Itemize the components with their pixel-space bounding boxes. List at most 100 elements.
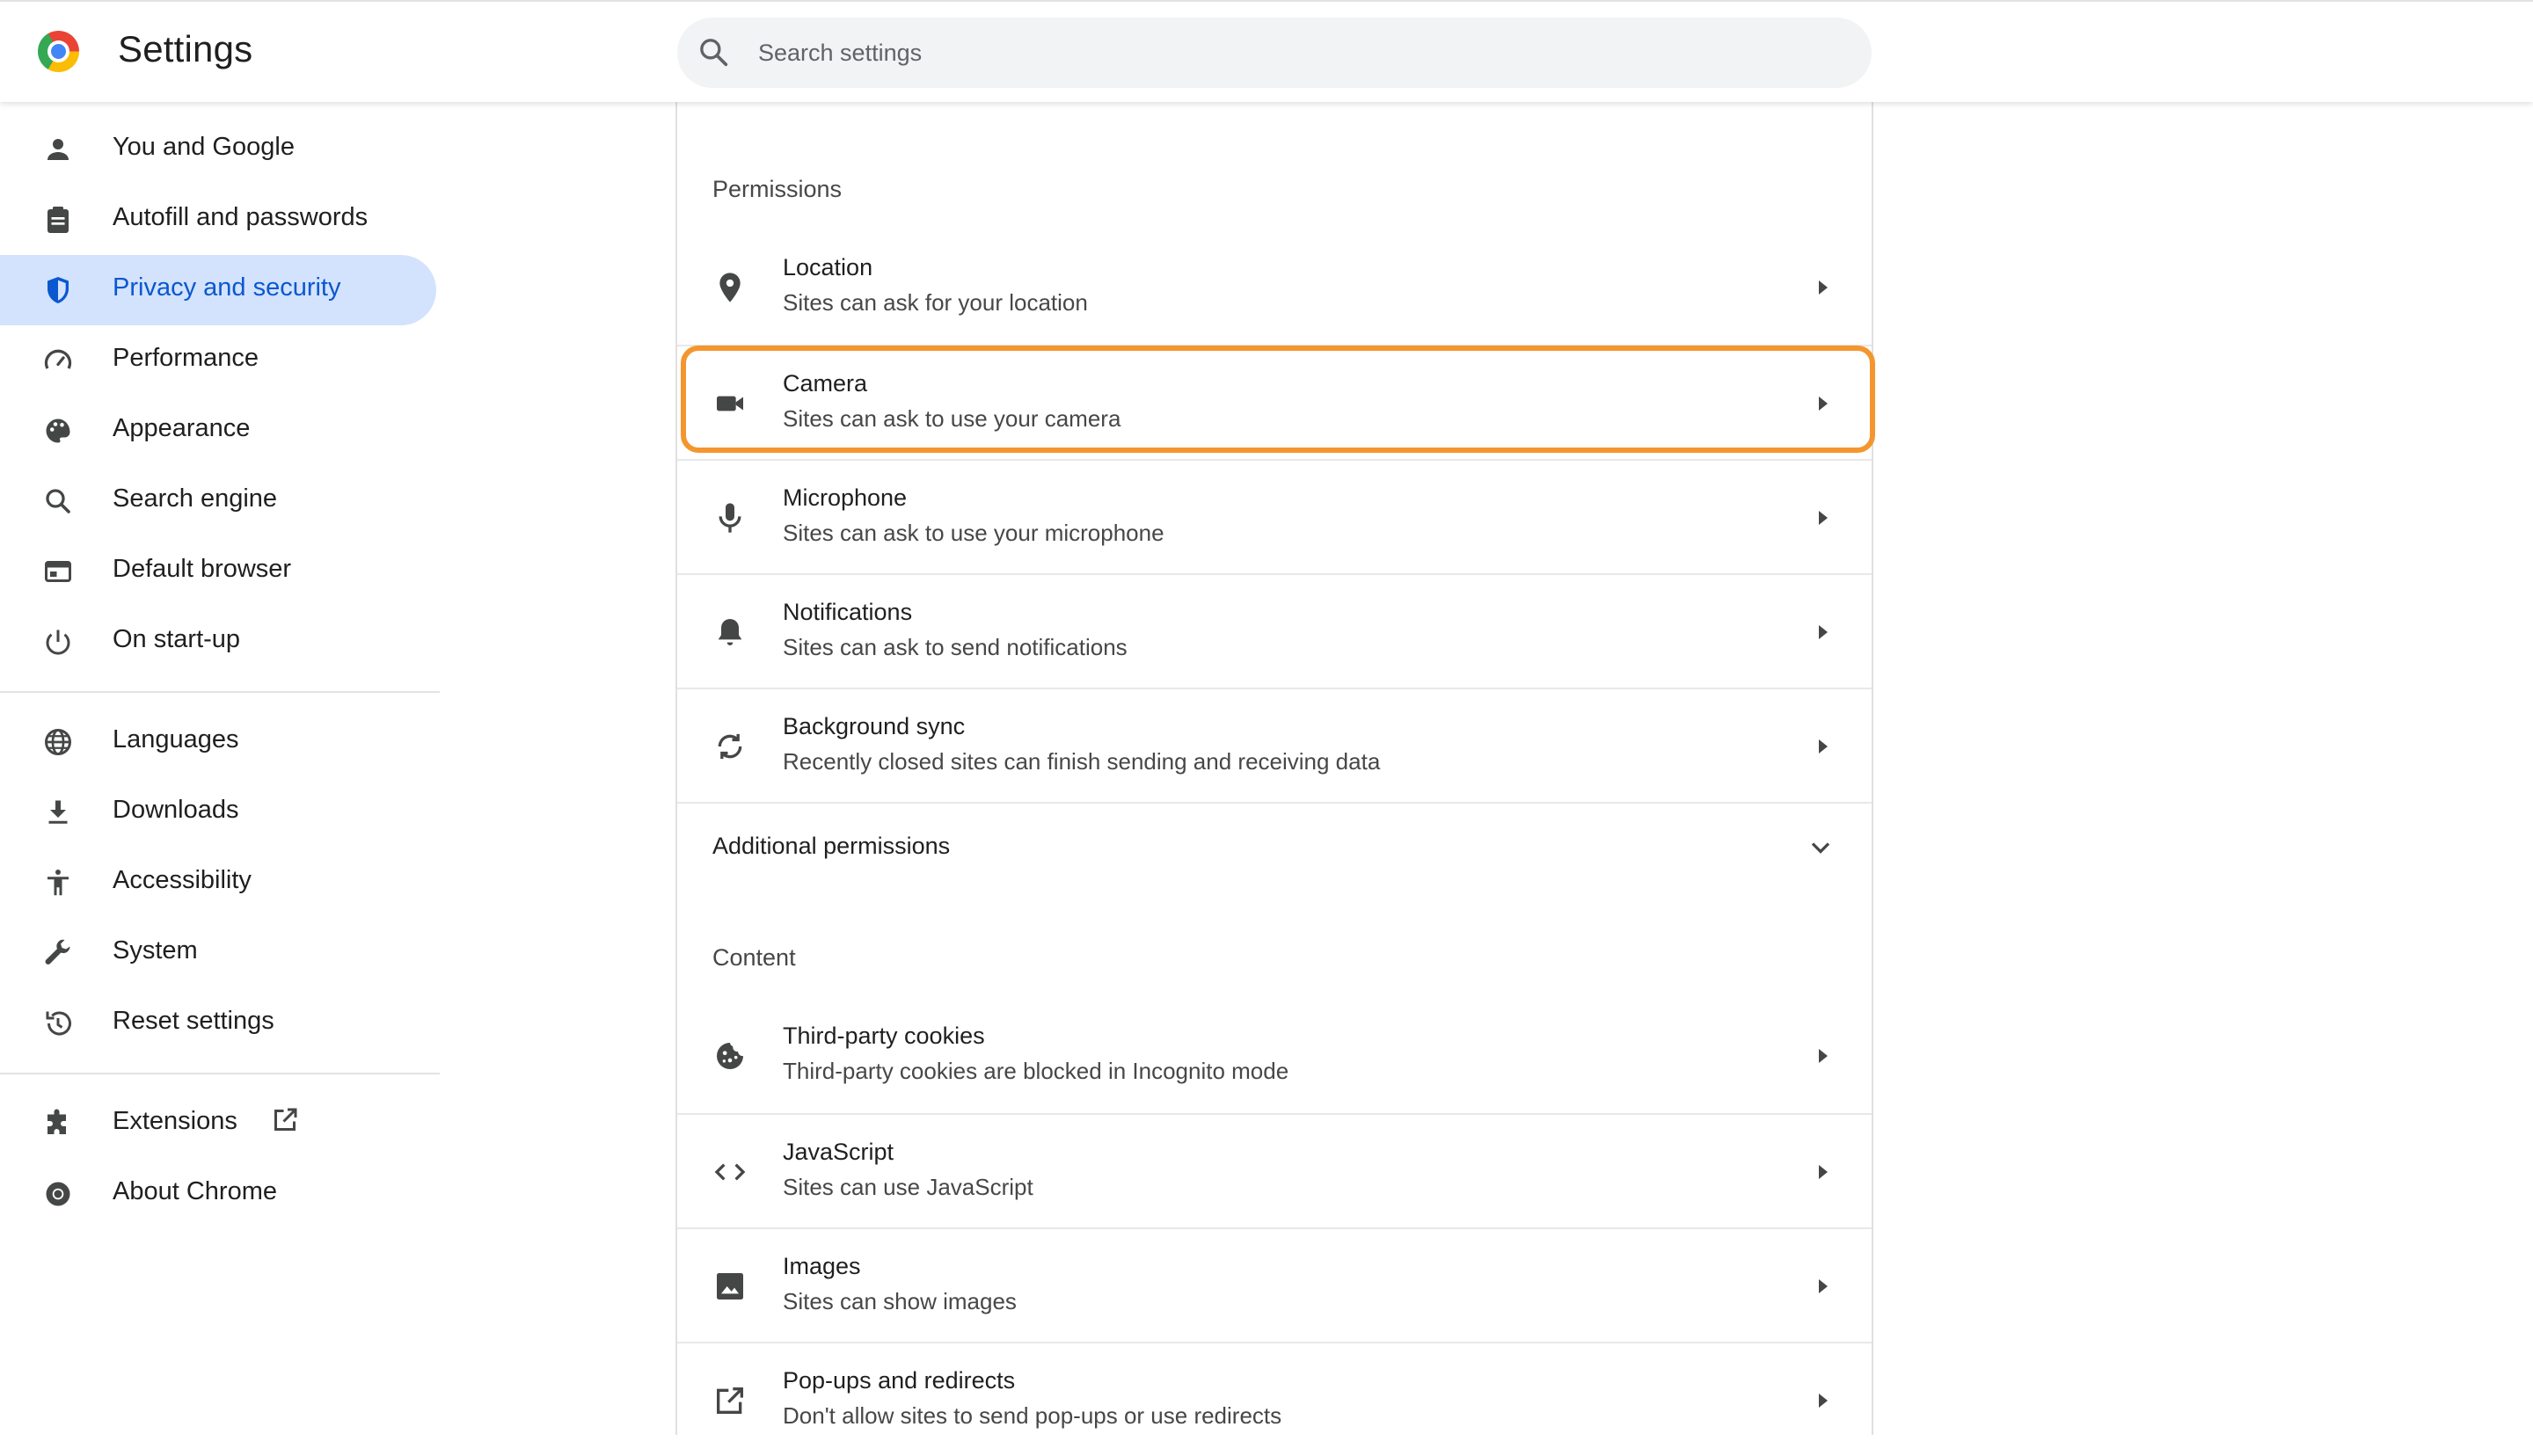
microphone-icon [719, 503, 741, 533]
images-row[interactable]: Images Sites can show images [677, 1227, 1872, 1342]
sidebar-item-label: On start-up [113, 625, 241, 653]
sidebar-item-label: Performance [113, 344, 259, 372]
row-subtitle: Sites can use JavaScript [783, 1174, 1033, 1200]
wrench-icon [45, 939, 70, 965]
sidebar-item-label: Privacy and security [113, 273, 341, 302]
accessibility-icon [47, 870, 69, 896]
arrow-right-icon [1819, 739, 1828, 753]
row-title: Images [783, 1253, 861, 1279]
sidebar-item-autofill[interactable]: Autofill and passwords [0, 185, 436, 255]
sidebar-item-label: System [113, 936, 198, 965]
row-title: Pop-ups and redirects [783, 1367, 1016, 1394]
search-input[interactable] [758, 18, 1849, 88]
download-icon [48, 800, 68, 824]
search-icon [700, 39, 728, 67]
permissions-section-title: Permissions [712, 176, 843, 202]
sidebar-item-reset[interactable]: Reset settings [0, 988, 436, 1059]
page-title: Settings [118, 28, 253, 69]
sidebar-item-search-engine[interactable]: Search engine [0, 466, 436, 536]
location-row[interactable]: Location Sites can ask for your location [677, 230, 1872, 345]
content-section-title: Content [712, 944, 796, 971]
background-sync-row[interactable]: Background sync Recently closed sites ca… [677, 688, 1872, 802]
open-in-new-icon [274, 1108, 297, 1131]
person-icon [47, 139, 69, 160]
sidebar-item-languages[interactable]: Languages [0, 707, 436, 777]
sidebar-item-extensions[interactable]: Extensions [0, 1088, 436, 1159]
third-party-cookies-row[interactable]: Third-party cookies Third-party cookies … [677, 999, 1872, 1113]
power-icon [46, 630, 70, 655]
shield-icon [47, 277, 69, 303]
location-pin-icon [719, 273, 741, 302]
camera-icon [717, 396, 743, 411]
sidebar-item-on-startup[interactable]: On start-up [0, 607, 436, 677]
sidebar-item-label: Accessibility [113, 866, 252, 894]
code-icon [714, 1163, 746, 1181]
puzzle-icon [47, 1109, 66, 1134]
sidebar-item-label: About Chrome [113, 1177, 277, 1205]
sidebar-item-label: Appearance [113, 414, 251, 442]
additional-permissions-row[interactable]: Additional permissions [677, 802, 1872, 890]
image-icon [717, 1273, 743, 1299]
arrow-right-icon [1819, 1279, 1828, 1293]
row-title: Microphone [783, 484, 908, 511]
chevron-down-icon [1811, 842, 1830, 854]
microphone-row[interactable]: Microphone Sites can ask to use your mic… [677, 459, 1872, 573]
javascript-row[interactable]: JavaScript Sites can use JavaScript [677, 1113, 1872, 1227]
arrow-right-icon [1819, 280, 1828, 295]
row-subtitle: Sites can ask to use your camera [783, 405, 1121, 432]
sidebar-item-label: Reset settings [113, 1007, 274, 1035]
camera-row[interactable]: Camera Sites can ask to use your camera [677, 345, 1872, 459]
row-subtitle: Don't allow sites to send pop-ups or use… [783, 1402, 1282, 1429]
cookie-icon [717, 1043, 743, 1069]
globe-icon [45, 729, 71, 755]
row-subtitle: Sites can ask for your location [783, 289, 1088, 316]
speedometer-icon [44, 349, 72, 369]
bell-icon [718, 619, 742, 645]
arrow-right-icon [1819, 1394, 1828, 1408]
row-title: JavaScript [783, 1139, 894, 1165]
row-subtitle: Sites can ask to use your microphone [783, 520, 1164, 546]
arrow-right-icon [1819, 1165, 1828, 1179]
search-bar[interactable] [677, 18, 1872, 88]
palette-icon [46, 419, 70, 443]
sidebar-item-label: Languages [113, 725, 239, 753]
arrow-right-icon [1819, 1049, 1828, 1063]
sidebar-item-label: You and Google [113, 133, 295, 161]
row-subtitle: Sites can ask to send notifications [783, 634, 1128, 660]
sidebar-item-downloads[interactable]: Downloads [0, 777, 436, 848]
sidebar-item-system[interactable]: System [0, 918, 436, 988]
history-icon [46, 1011, 71, 1036]
open-in-new-icon [717, 1387, 743, 1414]
sidebar-item-you-and-google[interactable]: You and Google [0, 114, 436, 185]
clipboard-icon [47, 207, 69, 233]
sidebar-item-label: Default browser [113, 555, 292, 583]
chrome-icon [46, 1182, 70, 1206]
sync-icon [718, 733, 742, 760]
sidebar-item-about-chrome[interactable]: About Chrome [0, 1159, 436, 1229]
sidebar-item-label: Autofill and passwords [113, 203, 369, 231]
popups-redirects-row[interactable]: Pop-ups and redirects Don't allow sites … [677, 1342, 1872, 1456]
sidebar-item-appearance[interactable]: Appearance [0, 396, 436, 466]
chrome-logo [38, 31, 79, 72]
row-title: Camera [783, 370, 868, 397]
sidebar-item-performance[interactable]: Performance [0, 325, 436, 396]
notifications-row[interactable]: Notifications Sites can ask to send noti… [677, 573, 1872, 688]
settings-card: Permissions Location Sites can ask for y… [675, 102, 1873, 1435]
arrow-right-icon [1819, 625, 1828, 639]
top-toolbar: Settings [0, 0, 2533, 102]
row-title: Additional permissions [712, 833, 951, 859]
search-icon [46, 489, 70, 513]
sidebar-item-privacy[interactable]: Privacy and security [0, 255, 436, 325]
row-title: Notifications [783, 599, 913, 625]
row-title: Background sync [783, 713, 966, 739]
sidebar-item-default-browser[interactable]: Default browser [0, 536, 436, 607]
browser-window-icon [45, 561, 71, 582]
sidebar-nav: You and Google Autofill and passwords Pr… [0, 102, 440, 1435]
sidebar-item-accessibility[interactable]: Accessibility [0, 848, 436, 918]
row-title: Third-party cookies [783, 1023, 985, 1049]
sidebar-item-label: Extensions [113, 1107, 237, 1135]
sidebar-item-label: Search engine [113, 484, 278, 513]
row-subtitle: Recently closed sites can finish sending… [783, 748, 1381, 775]
sidebar-item-label: Downloads [113, 796, 239, 824]
sidebar-divider [0, 691, 440, 693]
